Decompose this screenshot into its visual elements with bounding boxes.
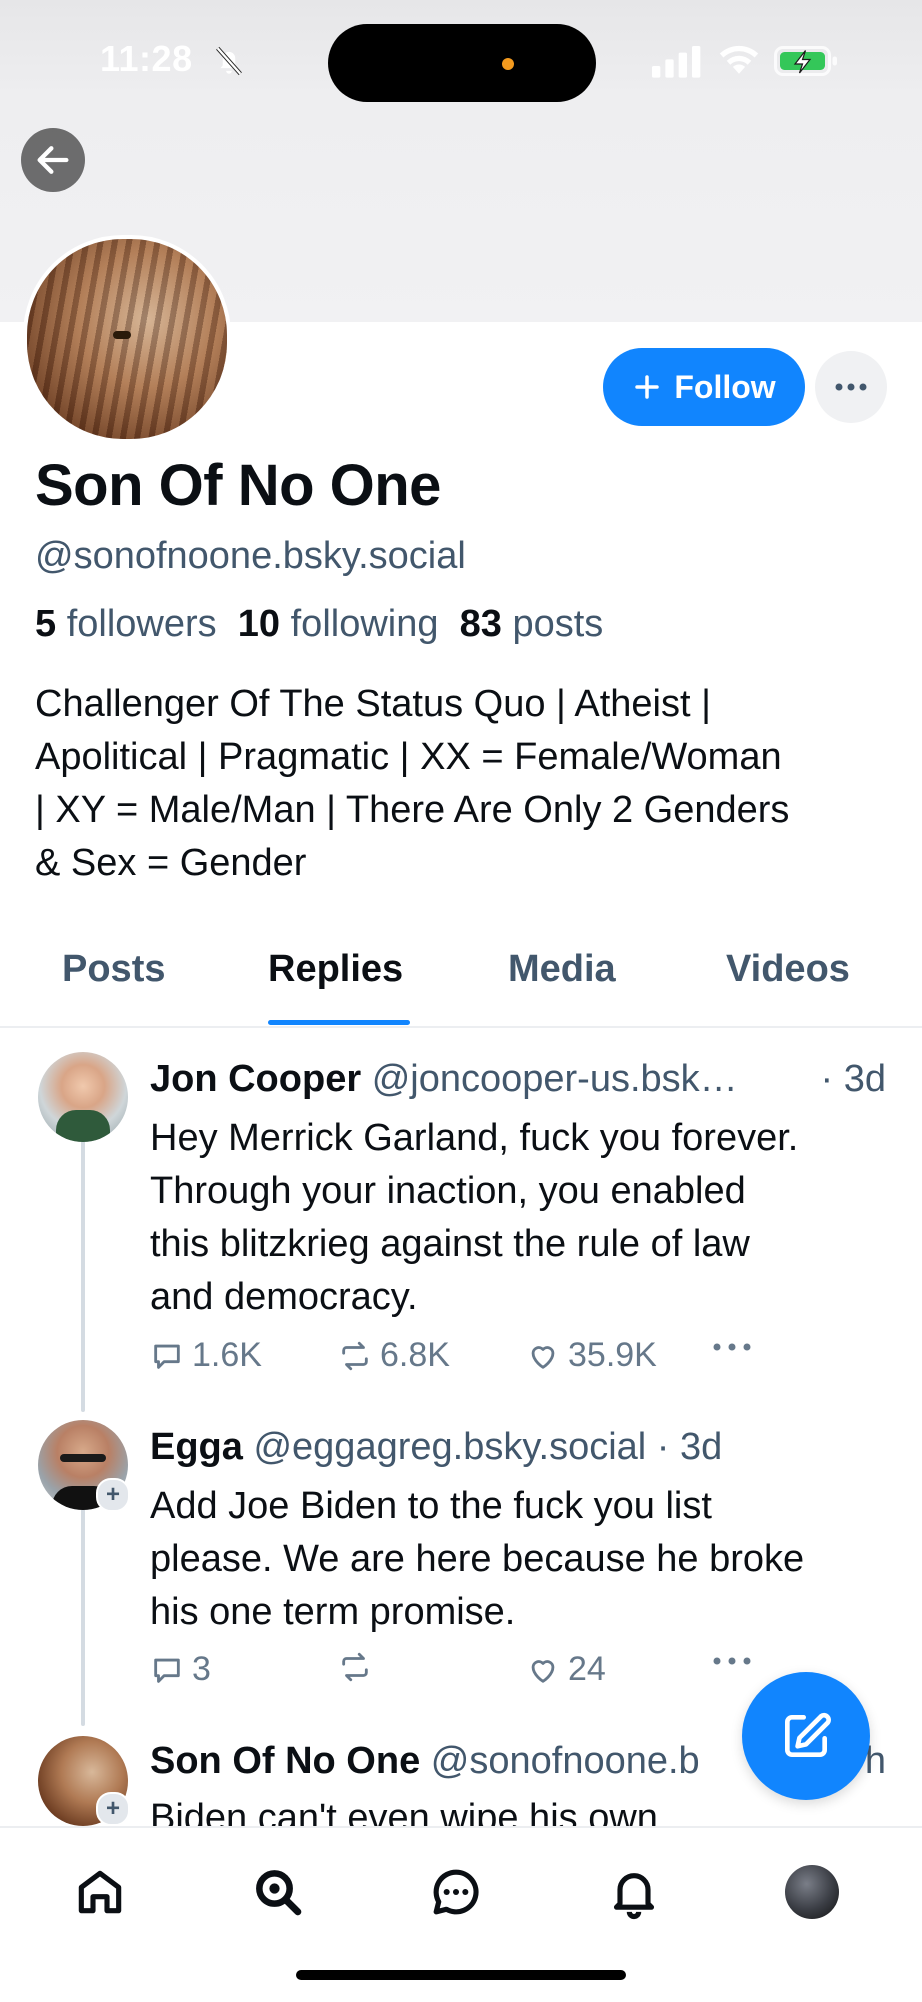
repost-button[interactable]	[338, 1650, 380, 1684]
battery-charging-icon	[774, 46, 837, 76]
post-actions: 1.6K 6.8K 35.9K	[150, 1336, 770, 1380]
more-options-button[interactable]	[815, 351, 887, 423]
ellipsis-icon	[713, 1657, 751, 1665]
reply-icon	[154, 1658, 180, 1683]
post-text: Biden can't even wipe his own	[150, 1797, 658, 1826]
follow-button[interactable]: Follow	[603, 348, 805, 426]
post-author-handle[interactable]: @eggagreg.bsky.social	[253, 1426, 646, 1468]
repost-button[interactable]: 6.8K	[338, 1336, 450, 1375]
followers-link[interactable]: 5 followers	[35, 603, 217, 645]
post-author-name[interactable]: Jon Cooper	[150, 1058, 361, 1100]
home-icon	[78, 1870, 122, 1914]
active-tab-indicator	[268, 1020, 410, 1025]
repost-icon	[342, 1341, 368, 1370]
follow-label: Follow	[674, 368, 776, 405]
follow-plus-badge[interactable]: +	[96, 1478, 130, 1512]
nav-notifications[interactable]	[602, 1860, 666, 1924]
ellipsis-icon	[835, 383, 867, 391]
plus-icon	[635, 375, 660, 399]
nav-chat[interactable]	[424, 1860, 488, 1924]
profile-tabs: Posts Replies Media Videos	[0, 942, 922, 1028]
post-more-button[interactable]	[712, 1342, 752, 1352]
search-icon	[256, 1870, 302, 1916]
tab-posts[interactable]: Posts	[62, 948, 165, 991]
like-count: 24	[568, 1650, 606, 1688]
heart-icon	[531, 1345, 555, 1369]
post-header: Egga @eggagreg.bsky.social · 3d	[150, 1426, 890, 1469]
post-time: · 3d	[820, 1058, 886, 1100]
like-count: 35.9K	[568, 1336, 657, 1374]
bell-off-icon	[216, 46, 242, 76]
profile-name: Son Of No One	[35, 453, 441, 518]
post-author-handle[interactable]: @sonofnoone.b	[431, 1740, 700, 1782]
post-author-name[interactable]: Egga	[150, 1426, 243, 1468]
post-more-button[interactable]	[712, 1656, 752, 1666]
like-button[interactable]: 35.9K	[526, 1336, 657, 1375]
tab-replies[interactable]: Replies	[268, 948, 403, 991]
tab-videos[interactable]: Videos	[726, 948, 850, 991]
status-bar: 11:28	[0, 0, 922, 120]
compose-icon	[785, 1712, 831, 1757]
repost-icon	[342, 1652, 368, 1682]
profile-avatar[interactable]	[23, 235, 231, 443]
post-text: Add Joe Biden to the fuck you list pleas…	[150, 1485, 805, 1633]
post-avatar[interactable]	[38, 1052, 128, 1142]
reply-count: 3	[192, 1650, 211, 1688]
reply-button[interactable]: 1.6K	[150, 1336, 262, 1375]
thread-line	[81, 1122, 85, 1412]
dynamic-island	[328, 24, 596, 102]
cellular-signal-icon	[652, 46, 701, 78]
privacy-indicator-dot	[502, 58, 514, 70]
status-time: 11:28	[100, 38, 193, 79]
following-link[interactable]: 10 following	[238, 603, 439, 645]
reply-icon	[154, 1344, 180, 1369]
reply-count: 1.6K	[192, 1336, 262, 1374]
post-actions: 3 24	[150, 1650, 770, 1694]
compose-button[interactable]	[742, 1672, 870, 1800]
repost-count: 6.8K	[380, 1336, 450, 1374]
profile-stats: 5 followers 10 following 83 posts	[35, 603, 603, 646]
nav-profile[interactable]	[780, 1860, 844, 1924]
post-author-handle[interactable]: @joncooper-us.bsk…	[372, 1058, 738, 1100]
wifi-icon	[719, 45, 759, 74]
posts-count: 83 posts	[459, 603, 604, 645]
chat-icon	[433, 1869, 479, 1915]
nav-search[interactable]	[246, 1860, 310, 1924]
thread-line	[81, 1508, 85, 1726]
avatar-wolf-eye	[113, 331, 131, 339]
like-button[interactable]: 24	[526, 1650, 606, 1689]
home-indicator	[296, 1970, 626, 1980]
profile-avatar	[785, 1865, 839, 1919]
post-time: · 3d	[656, 1426, 723, 1468]
tab-media[interactable]: Media	[508, 948, 616, 991]
follow-plus-badge[interactable]: +	[96, 1792, 130, 1826]
nav-home[interactable]	[68, 1860, 132, 1924]
reply-button[interactable]: 3	[150, 1650, 211, 1689]
ellipsis-icon	[713, 1343, 751, 1351]
post-text: Hey Merrick Garland, fuck you forever. T…	[150, 1117, 799, 1318]
back-button[interactable]	[21, 128, 85, 192]
heart-icon	[531, 1659, 555, 1683]
profile-bio: Challenger Of The Status Quo | Atheist |…	[35, 683, 790, 884]
bell-icon	[613, 1873, 655, 1919]
profile-handle: @sonofnoone.bsky.social	[35, 535, 466, 577]
avatar-texture	[27, 239, 227, 439]
post-author-name[interactable]: Son Of No One	[150, 1740, 420, 1782]
post-header: Jon Cooper @joncooper-us.bsk…	[150, 1058, 890, 1101]
arrow-left-icon	[37, 146, 69, 174]
